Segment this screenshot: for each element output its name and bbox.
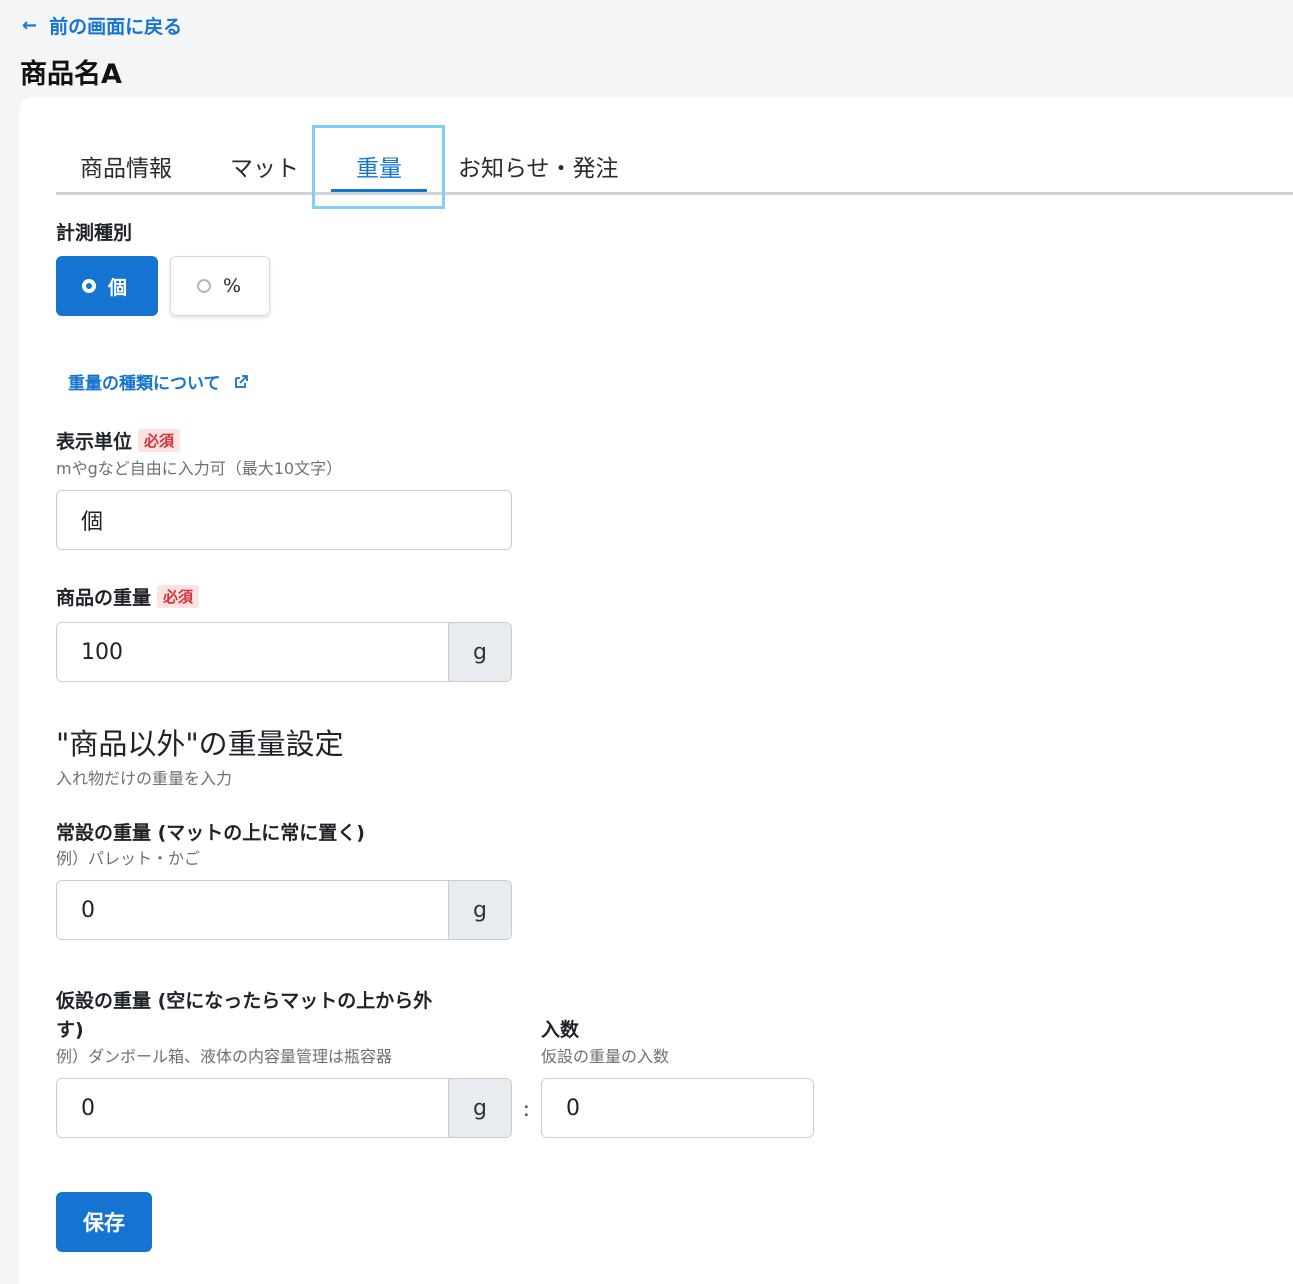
radio-checked-icon [82,279,96,293]
display-unit-hint: mやgなど自由に入力可（最大10文字） [56,459,343,478]
temporary-weight-input[interactable] [57,1079,448,1137]
arrow-left-icon: ← [22,15,38,36]
display-unit-label-text: 表示単位 [56,431,133,453]
unit-addon: g [448,881,511,939]
radio-unchecked-icon [197,279,211,293]
tab-mat[interactable]: マット [230,149,299,183]
measure-type-option-piece[interactable]: 個 [56,256,158,316]
external-link-icon [234,374,248,388]
tab-product-info[interactable]: 商品情報 [80,149,172,183]
product-weight-label-text: 商品の重量 [56,587,152,609]
permanent-weight-input[interactable] [57,881,448,939]
unit-addon: g [448,1079,511,1137]
temporary-weight-field: g [56,1078,512,1138]
tab-bar: 商品情報 マット 重量 お知らせ・発注 [56,125,1293,209]
measure-type-option-percent[interactable]: % [170,256,270,316]
settings-card: 商品情報 マット 重量 お知らせ・発注 計測種別 個 % 重量の種類について 表… [19,97,1293,1284]
product-weight-label: 商品の重量 必須 [56,583,200,610]
display-unit-input[interactable] [56,490,512,550]
temporary-weight-hint: 例）ダンボール箱、液体の内容量管理は瓶容器 [56,1047,393,1066]
product-weight-field: g [56,622,512,682]
ratio-separator: : [523,1097,530,1121]
unit-addon: g [448,623,511,681]
required-badge: 必須 [157,585,200,608]
tab-notice-order[interactable]: お知らせ・発注 [458,149,619,183]
measure-type-option-label: % [223,275,242,297]
save-button[interactable]: 保存 [56,1192,152,1252]
quantity-label: 入数 [541,1019,580,1041]
quantity-hint: 仮設の重量の入数 [541,1047,670,1066]
tab-focus-ring [312,125,445,209]
quantity-input[interactable] [542,1079,813,1137]
back-link-label: 前の画面に戻る [49,16,183,38]
non-product-section-title: "商品以外"の重量設定 [56,727,344,761]
permanent-weight-field: g [56,880,512,940]
weight-types-help-link[interactable]: 重量の種類について [68,369,249,394]
measure-type-option-label: 個 [108,276,128,299]
measure-type-label: 計測種別 [56,222,133,244]
page-title: 商品名A [20,59,122,90]
required-badge: 必須 [138,429,181,452]
permanent-weight-hint: 例）パレット・かご [56,849,201,868]
temporary-weight-label-line2: す) [56,1019,84,1041]
permanent-weight-label: 常設の重量 (マットの上に常に置く) [56,822,365,844]
back-link[interactable]: ← 前の画面に戻る [22,12,182,39]
help-link-label: 重量の種類について [68,374,221,394]
non-product-section-hint: 入れ物だけの重量を入力 [56,769,233,788]
temporary-weight-label-line1: 仮設の重量 (空になったらマットの上から外 [56,990,433,1012]
product-weight-input[interactable] [57,623,448,681]
quantity-field: g [541,1078,814,1138]
display-unit-label: 表示単位 必須 [56,427,181,454]
